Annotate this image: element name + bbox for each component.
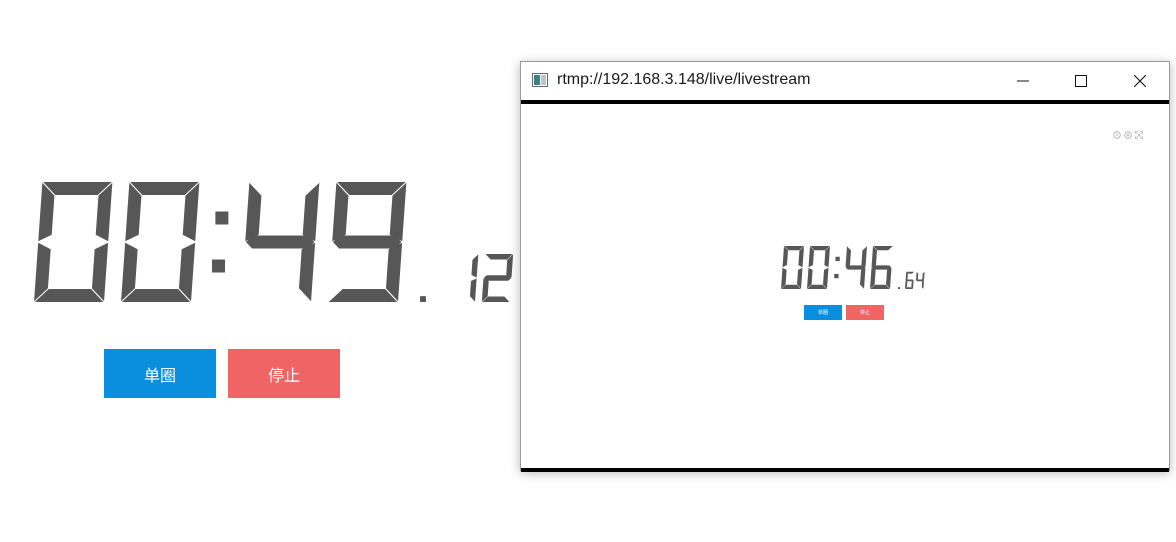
segment-b — [922, 271, 925, 281]
minutes-tens-digit — [781, 246, 804, 289]
segment-a — [43, 182, 112, 195]
segment-a — [337, 182, 406, 195]
segment-d — [34, 289, 104, 302]
stop-button[interactable]: 停止 — [228, 349, 340, 398]
hundredths-ones-digit — [481, 254, 514, 302]
segment-c — [886, 267, 892, 289]
segment-g — [916, 279, 924, 282]
minutes-ones-digit — [121, 182, 200, 302]
segment-c — [911, 280, 914, 289]
segment-c — [298, 242, 316, 302]
stopwatch-display — [34, 182, 514, 302]
stream-player-window: rtmp://192.168.3.148/live/livestream 单圈 … — [520, 61, 1170, 472]
window-title: rtmp://192.168.3.148/live/livestream — [557, 71, 811, 88]
segment-c — [797, 267, 803, 289]
segment-f — [782, 246, 788, 268]
segment-c — [178, 242, 196, 302]
decimal-point — [898, 287, 900, 289]
segment-f — [245, 182, 262, 242]
seconds-tens-digit — [845, 246, 867, 289]
segment-g — [871, 265, 892, 270]
segment-b — [471, 254, 479, 278]
decimal-point — [420, 296, 426, 302]
segment-a — [130, 182, 199, 195]
colon-separator — [212, 211, 229, 273]
seconds-ones-digit — [328, 182, 407, 302]
colon-dot — [215, 211, 229, 225]
video-bottom-bar — [521, 468, 1169, 472]
maximize-icon — [1075, 75, 1087, 87]
minimize-icon — [1017, 80, 1029, 82]
segment-g — [332, 235, 402, 249]
segment-b — [861, 246, 867, 268]
segment-g — [845, 265, 866, 270]
segment-c — [469, 278, 477, 302]
segment-c — [860, 267, 866, 289]
seconds-tens-digit — [245, 182, 320, 302]
stream-stopwatch-display — [781, 246, 925, 289]
seconds-ones-digit — [870, 246, 893, 289]
segment-f — [332, 182, 349, 242]
segment-f — [871, 246, 877, 268]
minutes-ones-digit — [807, 246, 830, 289]
segment-f — [916, 271, 919, 281]
segment-f — [905, 271, 908, 281]
close-button[interactable] — [1111, 62, 1169, 100]
segment-d — [328, 289, 398, 302]
segment-b — [302, 182, 320, 242]
hundredths-tens-digit — [905, 271, 915, 289]
segment-f — [38, 182, 55, 242]
app-icon — [532, 73, 548, 87]
segment-c — [385, 242, 403, 302]
colon-dot — [835, 256, 840, 262]
segment-a — [873, 246, 893, 251]
hundredths-ones-digit — [916, 271, 925, 289]
segment-c — [91, 242, 109, 302]
segment-g — [905, 279, 914, 282]
colon-dot — [212, 259, 226, 273]
segment-c — [823, 267, 829, 289]
stream-stop-button: 停止 — [846, 305, 884, 320]
title-bar[interactable]: rtmp://192.168.3.148/live/livestream — [521, 62, 1169, 100]
stream-lap-button: 单圈 — [804, 305, 842, 320]
colon-dot — [834, 273, 839, 279]
segment-d — [121, 289, 191, 302]
minutes-tens-digit — [34, 182, 113, 302]
segment-g — [483, 275, 512, 281]
close-icon — [1134, 75, 1146, 87]
segment-f — [808, 246, 814, 268]
lap-button[interactable]: 单圈 — [104, 349, 216, 398]
maximize-button[interactable] — [1052, 62, 1110, 100]
hundredths-tens-digit — [469, 254, 479, 302]
colon-separator — [834, 256, 840, 279]
segment-g — [245, 235, 315, 249]
segment-c — [921, 280, 924, 289]
minimize-button[interactable] — [994, 62, 1052, 100]
video-area[interactable]: 单圈 停止 — [521, 104, 1169, 468]
segment-f — [845, 246, 851, 268]
segment-f — [125, 182, 142, 242]
